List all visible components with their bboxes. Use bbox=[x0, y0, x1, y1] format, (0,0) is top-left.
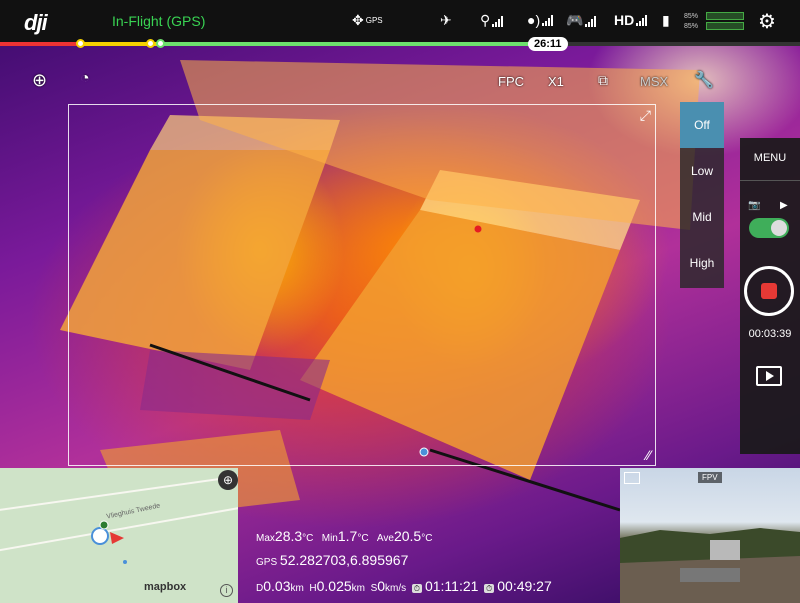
record-stop-icon bbox=[761, 283, 777, 299]
photo-mode-icon[interactable]: 📷 bbox=[748, 200, 760, 211]
resize-handle-icon[interactable]: ⁄⁄ bbox=[646, 447, 651, 463]
fpv-preview[interactable]: FPV bbox=[620, 468, 800, 603]
gps-value: 52.282703,6.895967 bbox=[279, 552, 409, 568]
vision-icon: ●) bbox=[527, 12, 541, 28]
signal-bars-icon bbox=[585, 15, 597, 27]
max-unit: °C bbox=[302, 533, 314, 544]
battery-pct-1: 85% bbox=[684, 13, 699, 20]
wrench-icon[interactable]: 🔧 bbox=[694, 70, 714, 90]
satellite-icon: ⚲ bbox=[480, 12, 491, 28]
camera-side-panel: MENU 📷 ▶ 00:03:39 bbox=[740, 138, 800, 454]
signal-bars-icon bbox=[492, 15, 504, 27]
gimbal-icon[interactable]: ◔ bbox=[80, 70, 90, 88]
min-label: Min bbox=[321, 533, 338, 544]
gain-option-mid[interactable]: Mid bbox=[680, 194, 724, 240]
expand-icon[interactable]: ⤢ bbox=[640, 107, 651, 124]
recenter-target-icon[interactable]: ⊕ bbox=[218, 470, 238, 490]
mini-map[interactable]: Vlieghuis Tweede ⊕ mapbox i bbox=[0, 468, 238, 603]
d-unit: km bbox=[290, 583, 304, 594]
photo-video-toggle[interactable] bbox=[749, 218, 789, 238]
msx-button[interactable]: MSX bbox=[640, 74, 668, 89]
ave-value: 20.5 bbox=[393, 528, 422, 544]
gain-mode-menu: Off Low Mid High bbox=[680, 102, 724, 288]
signal-bars-icon bbox=[542, 14, 554, 26]
hd-video-signal[interactable]: HD bbox=[614, 12, 648, 28]
h-unit: km bbox=[351, 583, 366, 594]
time-1: 01:11:21 bbox=[424, 578, 479, 594]
battery-cell-1 bbox=[706, 12, 744, 20]
obstacle-sensing-icon[interactable]: ✈ bbox=[440, 12, 452, 29]
progress-marker-home bbox=[76, 39, 85, 48]
gain-option-high[interactable]: High bbox=[680, 240, 724, 286]
drone-icon: ✥ bbox=[352, 12, 364, 28]
progress-red-segment bbox=[0, 42, 80, 46]
progress-marker-land bbox=[156, 39, 165, 48]
mapbox-logo: mapbox bbox=[144, 581, 187, 593]
battery-icon[interactable]: ▮ bbox=[662, 12, 670, 29]
palette-icon[interactable]: ⧉ bbox=[598, 72, 608, 89]
video-mode-icon[interactable]: ▶ bbox=[780, 200, 788, 211]
h-value: 0.025 bbox=[316, 578, 352, 594]
toggle-knob bbox=[771, 220, 787, 236]
battery-cells[interactable] bbox=[706, 12, 744, 32]
battery-cell-2 bbox=[706, 22, 744, 30]
vision-signal[interactable]: ●) bbox=[527, 12, 554, 28]
fpc-button[interactable]: FPC bbox=[498, 74, 524, 89]
temperature-row: Max28.3°C Min1.7°C Ave20.5°C bbox=[256, 528, 432, 544]
playback-icon[interactable] bbox=[756, 366, 782, 386]
max-label: Max bbox=[256, 533, 275, 544]
hd-label: HD bbox=[614, 12, 635, 28]
flight-status[interactable]: In-Flight (GPS) bbox=[112, 13, 205, 29]
d-value: 0.03 bbox=[263, 578, 291, 594]
map-info-icon[interactable]: i bbox=[220, 584, 233, 597]
ave-unit: °C bbox=[421, 533, 433, 544]
map-markers bbox=[91, 520, 127, 564]
timer-icon: ⏱ bbox=[484, 584, 495, 593]
swap-view-icon[interactable] bbox=[624, 472, 640, 484]
divider bbox=[740, 180, 800, 181]
remote-controller-icon: 🎮 bbox=[566, 12, 584, 28]
gain-option-off[interactable]: Off bbox=[680, 102, 724, 148]
time-2: 00:49:27 bbox=[497, 578, 552, 594]
settings-gear-icon[interactable]: ⚙ bbox=[758, 9, 776, 34]
gps-row: GPS 52.282703,6.895967 bbox=[256, 552, 408, 568]
satellite-signal[interactable]: ⚲ bbox=[480, 12, 504, 29]
dji-logo: dji bbox=[24, 10, 48, 35]
battery-percentages: 85% 85% bbox=[684, 12, 698, 32]
battery-pct-2: 85% bbox=[684, 23, 699, 30]
battery-progress-bar bbox=[0, 39, 800, 48]
min-value: 1.7 bbox=[337, 528, 358, 544]
s-unit: km/s bbox=[385, 583, 407, 594]
record-time: 00:03:39 bbox=[748, 328, 792, 340]
signal-bars-icon bbox=[636, 14, 648, 26]
h-label: H bbox=[309, 583, 317, 594]
remote-controller-signal[interactable]: 🎮 bbox=[566, 12, 597, 29]
fpv-label: FPV bbox=[698, 472, 722, 483]
aircraft-gps-status[interactable]: ✥ GPS bbox=[352, 12, 383, 29]
menu-button[interactable]: MENU bbox=[740, 152, 800, 164]
max-value: 28.3 bbox=[274, 528, 303, 544]
timer-icon: ⏱ bbox=[411, 584, 422, 593]
focus-mode-icon[interactable]: ⊕ bbox=[32, 70, 47, 91]
fpv-scene bbox=[620, 528, 800, 603]
top-status-bar: dji In-Flight (GPS) ✥ GPS ✈ ⚲ ●) 🎮 HD ▮ … bbox=[0, 0, 800, 42]
ave-label: Ave bbox=[376, 533, 394, 544]
gain-option-low[interactable]: Low bbox=[680, 148, 724, 194]
gps-label: GPS bbox=[365, 16, 383, 25]
progress-green-segment bbox=[160, 42, 530, 46]
flight-time-remaining: 26:11 bbox=[528, 37, 568, 51]
progress-marker-current bbox=[146, 39, 155, 48]
record-button[interactable] bbox=[744, 266, 794, 316]
s-value: 0 bbox=[377, 578, 386, 594]
zoom-button[interactable]: X1 bbox=[548, 74, 564, 89]
min-unit: °C bbox=[357, 533, 369, 544]
distance-row: D0.03km H0.025km S0km/s ⏱ 01:11:21 ⏱ 00:49… bbox=[256, 578, 552, 594]
gps-label: GPS bbox=[256, 557, 278, 568]
measurement-frame[interactable]: ⤢ ⁄⁄ bbox=[68, 104, 656, 466]
